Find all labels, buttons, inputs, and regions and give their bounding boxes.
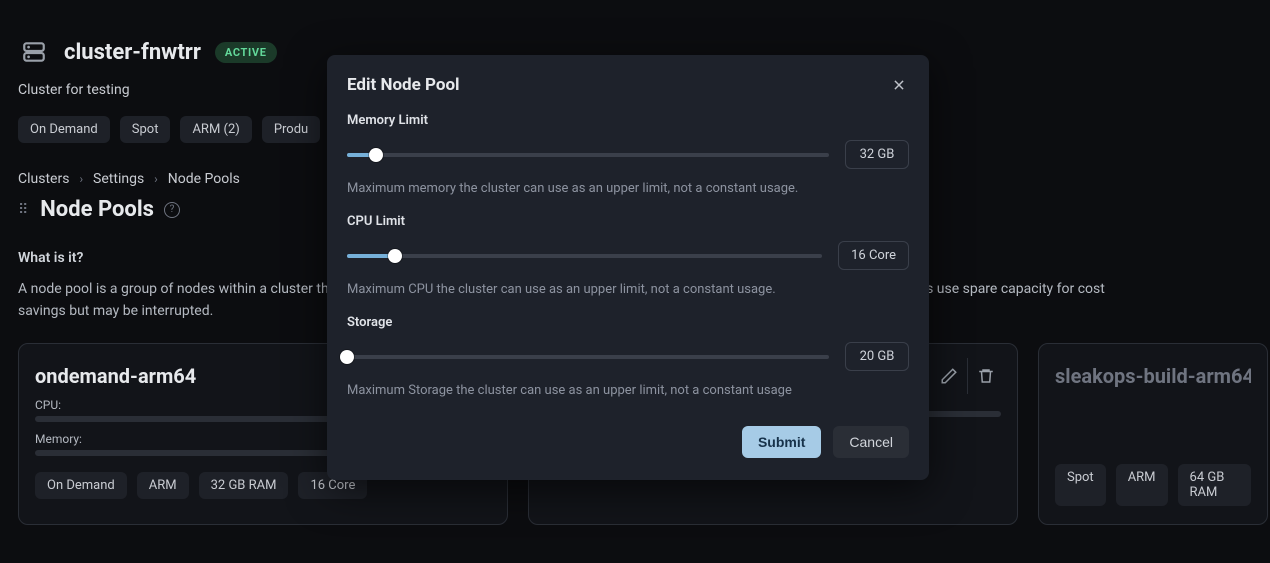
tag-chip[interactable]: Spot: [120, 116, 171, 143]
chevron-right-icon: ›: [154, 172, 158, 186]
card-chip: ARM: [137, 472, 189, 499]
section-title: Node Pools: [40, 197, 154, 222]
page-title: cluster-fnwtrr: [64, 40, 201, 65]
help-icon[interactable]: ?: [164, 202, 180, 218]
cancel-button[interactable]: Cancel: [833, 426, 909, 458]
submit-button[interactable]: Submit: [742, 426, 821, 458]
card-chip: Spot: [1055, 464, 1106, 506]
memory-limit-label: Memory Limit: [347, 113, 909, 128]
cpu-limit-help: Maximum CPU the cluster can use as an up…: [347, 282, 909, 297]
card-chip: ARM: [1116, 464, 1168, 506]
card-chip: 64 GB RAM: [1178, 464, 1251, 506]
storage-help: Maximum Storage the cluster can use as a…: [347, 383, 909, 398]
storage-label: Storage: [347, 315, 909, 330]
tag-chip[interactable]: Produ: [262, 116, 320, 143]
cluster-icon: [18, 36, 50, 68]
card-chip: On Demand: [35, 472, 127, 499]
cpu-limit-slider[interactable]: [347, 254, 822, 258]
memory-limit-value: 32 GB: [845, 140, 909, 169]
status-badge: ACTIVE: [215, 42, 277, 63]
breadcrumb-link[interactable]: Clusters: [18, 171, 69, 187]
cpu-limit-value: 16 Core: [838, 241, 909, 270]
close-button[interactable]: [889, 75, 909, 95]
tag-chip[interactable]: ARM (2): [180, 116, 251, 143]
tag-chip[interactable]: On Demand: [18, 116, 110, 143]
storage-slider[interactable]: [347, 355, 829, 359]
cpu-limit-label: CPU Limit: [347, 214, 909, 229]
breadcrumb-link[interactable]: Settings: [93, 171, 144, 187]
storage-value: 20 GB: [845, 342, 909, 371]
card-chip: 32 GB RAM: [199, 472, 289, 499]
chevron-right-icon: ›: [79, 172, 83, 186]
card-title: sleakops-build-arm64: [1055, 364, 1251, 388]
node-pool-card: sleakops-build-arm64 Spot ARM 64 GB RAM: [1038, 343, 1268, 525]
breadcrumb-current: Node Pools: [168, 171, 240, 187]
edit-button[interactable]: [931, 358, 967, 394]
memory-limit-slider[interactable]: [347, 153, 829, 157]
memory-limit-help: Maximum memory the cluster can use as an…: [347, 181, 909, 196]
drag-handle-icon[interactable]: ⠿: [18, 202, 30, 218]
modal-title: Edit Node Pool: [347, 75, 460, 95]
edit-node-pool-modal: Edit Node Pool Memory Limit 32 GB Maximu…: [327, 55, 929, 480]
delete-button[interactable]: [967, 358, 1003, 394]
